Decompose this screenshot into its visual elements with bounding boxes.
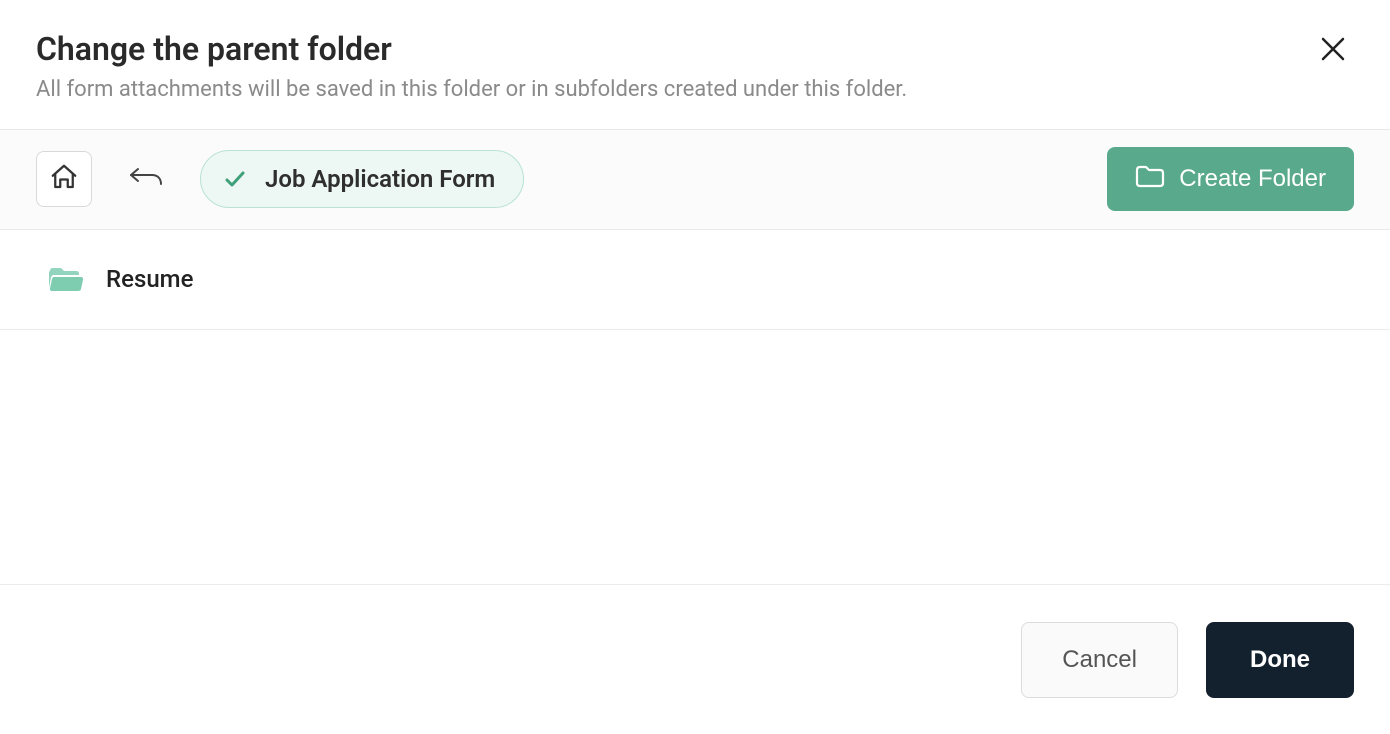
list-item[interactable]: Resume bbox=[0, 230, 1390, 330]
home-button[interactable] bbox=[36, 151, 92, 207]
back-button[interactable] bbox=[122, 155, 170, 203]
dialog-subtitle: All form attachments will be saved in th… bbox=[36, 76, 1354, 105]
dialog-footer: Cancel Done bbox=[0, 584, 1390, 734]
create-folder-button[interactable]: Create Folder bbox=[1107, 147, 1354, 211]
close-button[interactable] bbox=[1318, 34, 1348, 64]
check-icon bbox=[223, 167, 247, 191]
folder-open-icon bbox=[48, 264, 84, 294]
dialog-title: Change the parent folder bbox=[36, 30, 1354, 68]
folder-list: Resume bbox=[0, 230, 1390, 330]
dialog-header: Change the parent folder All form attach… bbox=[0, 0, 1390, 130]
home-icon bbox=[49, 162, 79, 196]
folder-toolbar: Job Application Form Create Folder bbox=[0, 130, 1390, 230]
create-folder-label: Create Folder bbox=[1179, 165, 1326, 193]
current-folder-chip[interactable]: Job Application Form bbox=[200, 150, 524, 208]
current-folder-label: Job Application Form bbox=[265, 165, 495, 193]
done-button[interactable]: Done bbox=[1206, 622, 1354, 698]
cancel-button[interactable]: Cancel bbox=[1021, 622, 1178, 698]
folder-plus-icon bbox=[1135, 163, 1165, 196]
close-icon bbox=[1318, 34, 1348, 64]
undo-arrow-icon bbox=[128, 162, 164, 196]
list-item-label: Resume bbox=[106, 265, 193, 293]
